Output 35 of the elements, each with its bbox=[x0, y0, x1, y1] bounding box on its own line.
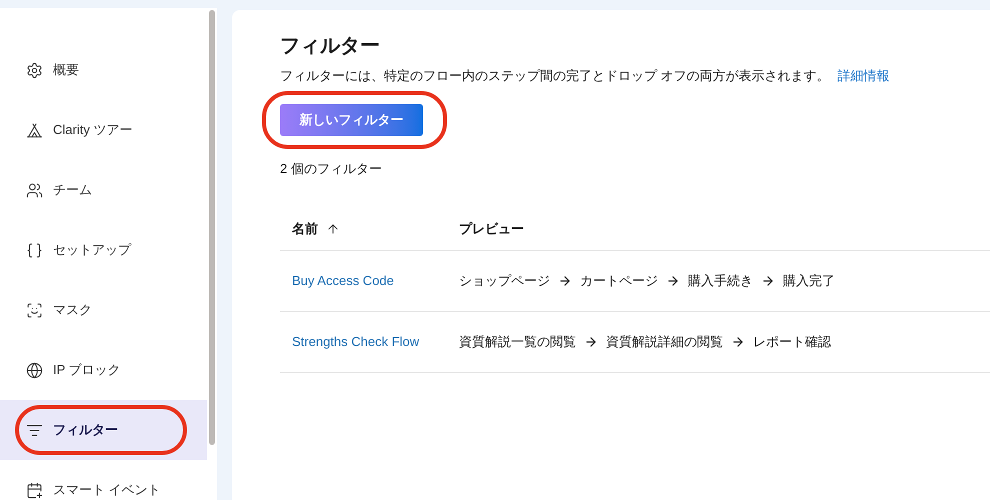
sidebar-item[interactable]: 概要 bbox=[0, 40, 207, 100]
arrow-icon bbox=[731, 335, 745, 349]
arrow-icon bbox=[761, 274, 775, 288]
sidebar-item[interactable]: スマート イベント bbox=[0, 460, 207, 500]
description: フィルターには、特定のフロー内のステップ間の完了とドロップ オフの両方が表示されます。 bbox=[280, 67, 830, 85]
step-label: レポート確認 bbox=[753, 333, 831, 352]
calendar-icon bbox=[26, 482, 43, 498]
new-filter-button[interactable]: 新しいフィルター bbox=[280, 104, 423, 136]
step-label: 購入完了 bbox=[783, 272, 835, 290]
face-scan-icon bbox=[26, 302, 43, 318]
learn-more-link[interactable]: 詳細情報 bbox=[838, 66, 890, 86]
arrow-icon bbox=[584, 335, 598, 349]
sidebar-item[interactable]: マスク bbox=[0, 280, 207, 340]
column-header[interactable]: プレビュー bbox=[447, 219, 990, 239]
sidebar-item[interactable]: IP ブロック bbox=[0, 340, 207, 400]
globe-icon bbox=[26, 362, 43, 378]
filter-name-link[interactable]: Buy Access Code bbox=[292, 271, 447, 291]
step-label: 資質解説詳細の閲覧 bbox=[606, 333, 723, 352]
braces-icon bbox=[26, 242, 43, 258]
sidebar-item[interactable]: チーム bbox=[0, 160, 207, 220]
sidebar-item[interactable]: Clarity ツアー bbox=[0, 100, 207, 160]
people-icon bbox=[26, 182, 43, 198]
step-label: ショップページ bbox=[459, 272, 550, 290]
arrow-icon bbox=[558, 274, 572, 288]
filter-count: 2 個のフィルター bbox=[280, 160, 383, 178]
sidebar-item[interactable]: フィルター bbox=[0, 400, 207, 460]
column-header[interactable]: 名前 bbox=[280, 219, 447, 239]
sidebar-item[interactable]: セットアップ bbox=[0, 220, 207, 280]
filter-name-link[interactable]: Strengths Check Flow bbox=[292, 332, 447, 352]
arrow-icon bbox=[666, 274, 680, 288]
page-title: フィルター bbox=[280, 34, 381, 59]
step-label: カートページ bbox=[580, 272, 658, 290]
step-label: 資質解説一覧の閲覧 bbox=[459, 333, 576, 352]
gear-icon bbox=[26, 62, 43, 78]
step-label: 購入手続き bbox=[688, 272, 753, 290]
